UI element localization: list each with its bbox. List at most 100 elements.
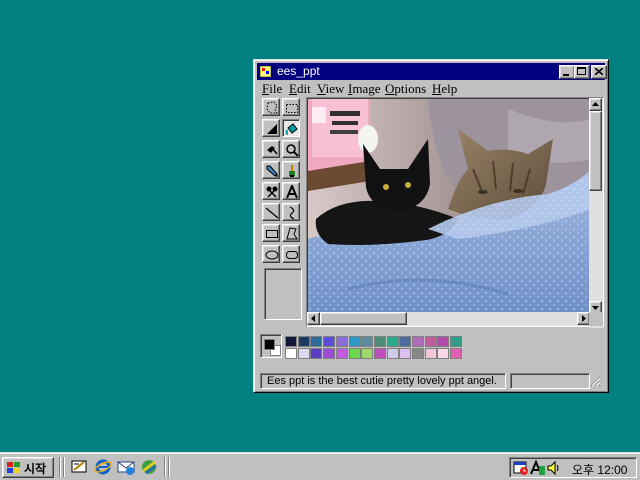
windows-logo-icon [7, 462, 20, 473]
magnifier-icon [286, 144, 299, 157]
tool-pick-color[interactable] [262, 140, 280, 158]
title-bar[interactable]: ees_ppt [257, 63, 607, 80]
palette-swatch[interactable] [373, 348, 386, 359]
horizontal-scroll-thumb[interactable] [320, 312, 407, 325]
palette-swatch[interactable] [285, 336, 297, 347]
palette-swatch[interactable] [399, 336, 412, 347]
free-form-select-icon [266, 101, 278, 114]
pencil-icon [266, 165, 278, 177]
vertical-scrollbar[interactable] [589, 98, 603, 328]
palette-swatch[interactable] [310, 336, 323, 347]
scroll-left-button[interactable] [307, 312, 320, 325]
scroll-corner [589, 312, 603, 326]
tool-text[interactable] [282, 182, 300, 200]
canvas-image[interactable] [308, 99, 591, 313]
palette-swatch[interactable] [373, 336, 386, 347]
palette-swatch[interactable] [297, 348, 310, 359]
clock[interactable]: 오후 12:00 [572, 461, 627, 478]
palette-swatch[interactable] [335, 336, 348, 347]
select-icon [286, 104, 298, 113]
palette-swatch[interactable] [361, 336, 374, 347]
menu-view[interactable]: View [317, 80, 344, 98]
current-colors[interactable] [260, 334, 282, 358]
horizontal-scrollbar[interactable] [307, 312, 591, 326]
minimize-icon [563, 74, 569, 76]
palette-swatch[interactable] [412, 336, 424, 347]
cats-photo [308, 99, 591, 313]
outlook-express-icon[interactable] [117, 458, 135, 476]
paint-window: ees_ppt File Edit View Image Options Hel… [253, 59, 609, 393]
eraser-icon [267, 124, 277, 134]
resize-grip-icon[interactable] [589, 375, 601, 387]
palette-swatch[interactable] [348, 336, 361, 347]
close-icon [595, 68, 603, 75]
menu-image[interactable]: Image [348, 80, 381, 98]
palette-swatch[interactable] [310, 348, 323, 359]
arrow-left-icon [311, 315, 315, 322]
palette-swatch[interactable] [386, 348, 399, 359]
tool-pencil[interactable] [262, 161, 280, 179]
tool-ellipse[interactable] [262, 245, 280, 263]
tool-brush[interactable] [282, 161, 300, 179]
tool-rounded-rectangle[interactable] [282, 245, 300, 263]
ime-icon[interactable] [530, 460, 546, 476]
show-desktop-icon[interactable] [70, 458, 88, 476]
paint-app-icon [260, 66, 271, 77]
menu-options[interactable]: Options [385, 80, 426, 98]
minimize-button[interactable] [559, 65, 575, 79]
tool-rectangle[interactable] [262, 224, 280, 242]
menu-edit[interactable]: Edit [289, 80, 311, 98]
palette-swatch[interactable] [437, 336, 450, 347]
task-scheduler-icon[interactable] [513, 460, 529, 476]
close-button[interactable] [591, 65, 607, 79]
line-icon [265, 207, 279, 219]
palette-swatch[interactable] [297, 336, 310, 347]
tool-airbrush[interactable] [262, 182, 280, 200]
tool-select[interactable] [282, 98, 300, 116]
system-tray: 오후 12:00 [509, 457, 637, 478]
arrow-up-icon [592, 102, 599, 106]
taskbar-separator [63, 457, 65, 477]
taskbar: 시작 오후 12:00 [0, 452, 640, 480]
palette-swatch[interactable] [386, 336, 399, 347]
tool-polygon[interactable] [282, 224, 300, 242]
tool-fill[interactable] [282, 119, 300, 137]
palette-swatch[interactable] [412, 348, 424, 359]
palette-swatch[interactable] [348, 348, 361, 359]
foreground-color-swatch[interactable] [264, 339, 275, 350]
palette-swatch[interactable] [285, 348, 297, 359]
menu-help[interactable]: Help [432, 80, 457, 98]
palette-swatch[interactable] [323, 348, 336, 359]
taskbar-separator [59, 457, 61, 477]
tool-curve[interactable] [282, 203, 300, 221]
palette-swatch[interactable] [323, 336, 336, 347]
palette-swatch[interactable] [450, 336, 463, 347]
internet-explorer-icon[interactable] [94, 458, 112, 476]
palette-swatch[interactable] [361, 348, 374, 359]
palette-swatch[interactable] [450, 348, 463, 359]
palette-swatch[interactable] [424, 348, 437, 359]
start-label: 시작 [24, 462, 47, 476]
channels-icon[interactable] [140, 458, 158, 476]
status-coords [510, 373, 590, 389]
palette-swatch[interactable] [399, 348, 412, 359]
menu-file[interactable]: File [262, 80, 282, 98]
tool-line[interactable] [262, 203, 280, 221]
tool-magnifier[interactable] [282, 140, 300, 158]
maximize-icon [577, 67, 586, 75]
arrow-down-icon [592, 306, 599, 310]
arrow-right-icon [582, 315, 586, 322]
palette-swatch[interactable] [424, 336, 437, 347]
tool-free-form-select[interactable] [262, 98, 280, 116]
canvas-area [306, 97, 604, 328]
start-button[interactable]: 시작 [2, 457, 54, 478]
maximize-button[interactable] [574, 65, 590, 79]
vertical-scroll-thumb[interactable] [589, 111, 602, 191]
tool-eraser[interactable] [262, 119, 280, 137]
volume-icon[interactable] [547, 460, 561, 476]
toolbox [260, 98, 304, 326]
tool-options-box[interactable] [264, 268, 302, 320]
palette-swatch[interactable] [437, 348, 450, 359]
palette-swatch[interactable] [335, 348, 348, 359]
scroll-up-button[interactable] [589, 98, 602, 111]
